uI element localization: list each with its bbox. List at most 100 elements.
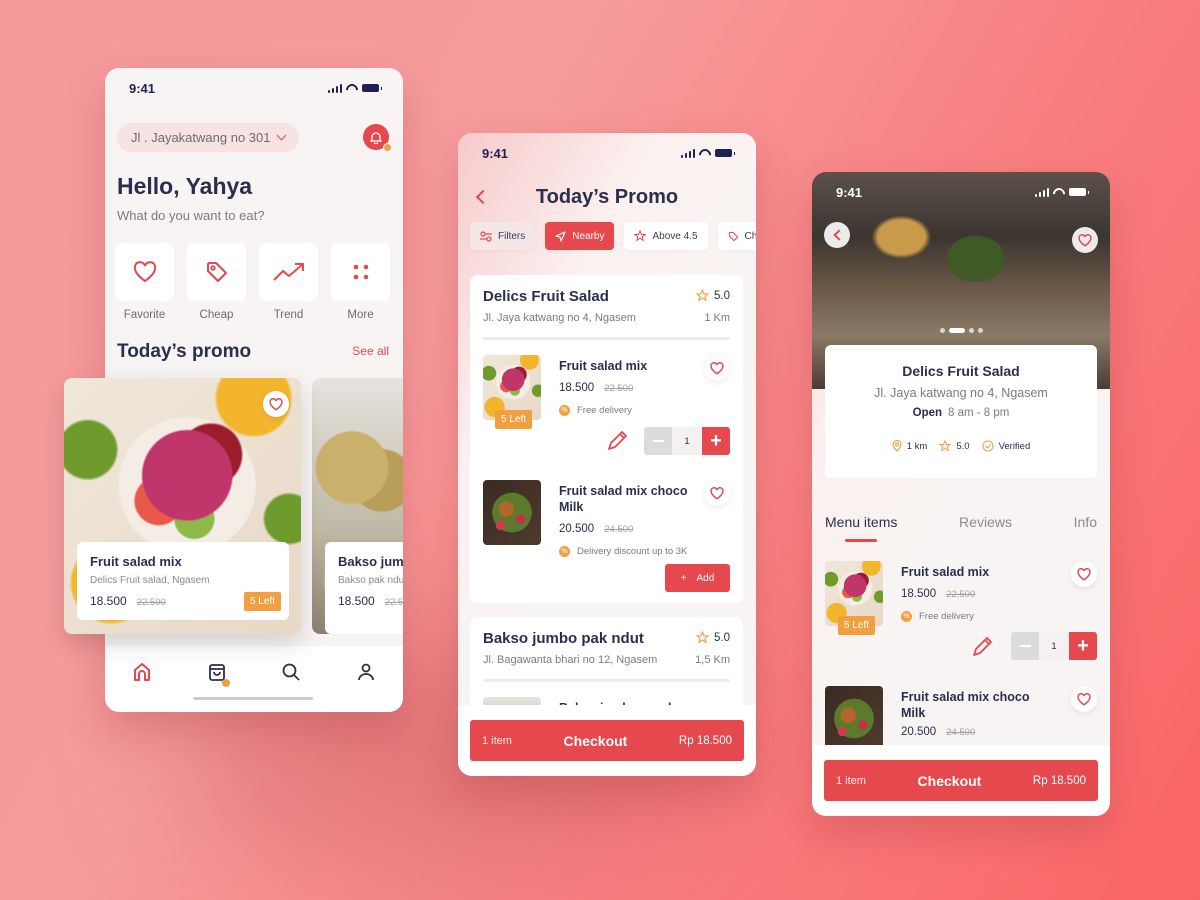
greeting: Hello, Yahya [117, 173, 253, 199]
sliders-icon [480, 230, 492, 242]
favorite-button[interactable] [1071, 686, 1097, 712]
tab-menu-items[interactable]: Menu items [825, 514, 897, 530]
quantity-stepper[interactable]: 1 + [644, 427, 730, 455]
decrease-button[interactable] [644, 427, 672, 455]
heart-icon [1078, 233, 1092, 247]
bottom-nav [105, 646, 403, 712]
divider [483, 337, 730, 340]
favorite-button[interactable] [1072, 227, 1098, 253]
plus-icon: + [680, 572, 687, 584]
battery-icon [362, 84, 382, 92]
category-more[interactable]: More [331, 243, 390, 321]
status-time: 9:41 [129, 80, 156, 96]
promo-screen: 9:41 Today’s Promo Filters Nearby Above … [458, 133, 756, 776]
chip-nearby[interactable]: Nearby [545, 222, 615, 250]
home-icon[interactable] [132, 662, 152, 682]
restaurant-name: Delics Fruit Salad [902, 363, 1020, 379]
battery-icon [1069, 188, 1089, 196]
tag-icon [206, 262, 227, 282]
profile-icon[interactable] [356, 662, 376, 682]
decrease-button[interactable] [1011, 632, 1039, 660]
status-time: 9:41 [482, 145, 509, 161]
restaurant-address: Jl. Jaya katwang no 4, Ngasem [874, 386, 1048, 400]
wifi-icon [346, 84, 358, 93]
favorite-button[interactable] [704, 480, 730, 506]
restaurant-meta: 1 km 5.0 Verified [825, 440, 1097, 452]
restaurant-detail-screen: 9:41 Delics Fruit Salad Jl. Jaya katwang… [812, 172, 1110, 816]
wifi-icon [1053, 188, 1065, 197]
edit-note-icon[interactable] [971, 634, 995, 658]
item-thumbnail [483, 480, 541, 545]
discount-icon: % [559, 405, 570, 416]
chevron-left-icon [832, 229, 845, 241]
stock-badge: 5 Left [838, 616, 876, 635]
location-selector[interactable]: Jl . Jayakatwang no 301 [117, 123, 300, 152]
tab-reviews[interactable]: Reviews [959, 514, 1012, 530]
active-tab-indicator [845, 539, 877, 542]
bell-icon [370, 131, 382, 144]
increase-button[interactable]: + [702, 427, 730, 455]
status-time: 9:41 [836, 184, 863, 200]
category-cheap[interactable]: Cheap [187, 243, 246, 321]
restaurant-card[interactable]: Delics Fruit Salad 5.0 Jl. Jaya katwang … [470, 275, 743, 603]
favorite-button[interactable] [1071, 561, 1097, 587]
section-title-promo: Today’s promo [117, 341, 252, 362]
discount-icon: % [901, 611, 912, 622]
increase-button[interactable]: + [1069, 632, 1097, 660]
signal-icon [1034, 187, 1049, 197]
signal-icon [680, 148, 695, 158]
page-title: Today’s Promo [535, 186, 679, 208]
bag-badge [221, 679, 230, 687]
bag-nav[interactable] [207, 662, 230, 687]
star-icon [634, 230, 647, 242]
promo-card-fruit-salad[interactable]: Fruit salad mix Delics Fruit salad, Ngas… [64, 378, 301, 634]
home-indicator [193, 697, 313, 700]
promo-card-bakso[interactable]: Bakso jumbo Bakso pak ndut 18.50022.500 [312, 378, 403, 634]
status-bar: 9:41 [812, 172, 1110, 212]
navigation-icon [555, 230, 566, 242]
location-text: Jl . Jayakatwang no 301 [131, 130, 271, 145]
promo-card-info: Fruit salad mix Delics Fruit salad, Ngas… [77, 542, 289, 620]
favorite-button[interactable] [704, 355, 730, 381]
star-icon [939, 440, 952, 452]
stock-badge: 5 Left [243, 592, 281, 611]
discount-icon: % [559, 546, 570, 557]
favorite-button[interactable] [263, 391, 289, 417]
heart-icon [710, 361, 724, 375]
filter-chips: Filters Nearby Above 4.5 Cheap [470, 222, 756, 250]
heart-icon [1077, 692, 1091, 706]
divider [483, 679, 730, 682]
quantity-stepper[interactable]: 1 + [1011, 632, 1097, 660]
restaurant-info-card: Delics Fruit Salad Jl. Jaya katwang no 4… [825, 345, 1097, 478]
star-icon [696, 289, 709, 302]
add-button[interactable]: + Add [665, 564, 730, 592]
back-button[interactable] [824, 222, 850, 248]
category-list: Favorite Cheap Trend More [115, 243, 390, 321]
see-all-link[interactable]: See all [352, 344, 389, 358]
category-trend[interactable]: Trend [259, 243, 318, 321]
chevron-down-icon [277, 130, 287, 141]
chip-cheap[interactable]: Cheap [717, 222, 756, 250]
status-bar: 9:41 [458, 133, 756, 173]
chip-above-4-5[interactable]: Above 4.5 [624, 222, 708, 250]
heart-icon [1077, 567, 1091, 581]
checkout-button[interactable]: 1 item Checkout Rp 18.500 [470, 720, 744, 761]
tag-icon [728, 231, 738, 241]
notification-button[interactable] [363, 124, 392, 152]
search-icon[interactable] [281, 662, 301, 682]
trend-icon [272, 263, 304, 281]
item-thumbnail [825, 686, 883, 751]
star-icon [696, 631, 709, 644]
verified-check-icon [982, 440, 994, 452]
opening-hours: Open 8 am - 8 pm [912, 407, 1010, 419]
tab-info[interactable]: Info [1074, 514, 1097, 530]
menu-item: 5 Left Fruit salad mix 18.500 22.500 % Fre… [483, 355, 730, 465]
checkout-button[interactable]: 1 item Checkout Rp 18.500 [824, 760, 1098, 801]
category-favorite[interactable]: Favorite [115, 243, 174, 321]
edit-note-icon[interactable] [606, 428, 630, 452]
stock-badge: 5 Left [495, 410, 533, 429]
carousel-indicator[interactable] [940, 328, 983, 333]
detail-tabs: Menu items Reviews Info [825, 514, 1097, 530]
promo-card-info: Bakso jumbo Bakso pak ndut 18.50022.500 [325, 542, 403, 634]
chip-filters[interactable]: Filters [470, 222, 536, 250]
